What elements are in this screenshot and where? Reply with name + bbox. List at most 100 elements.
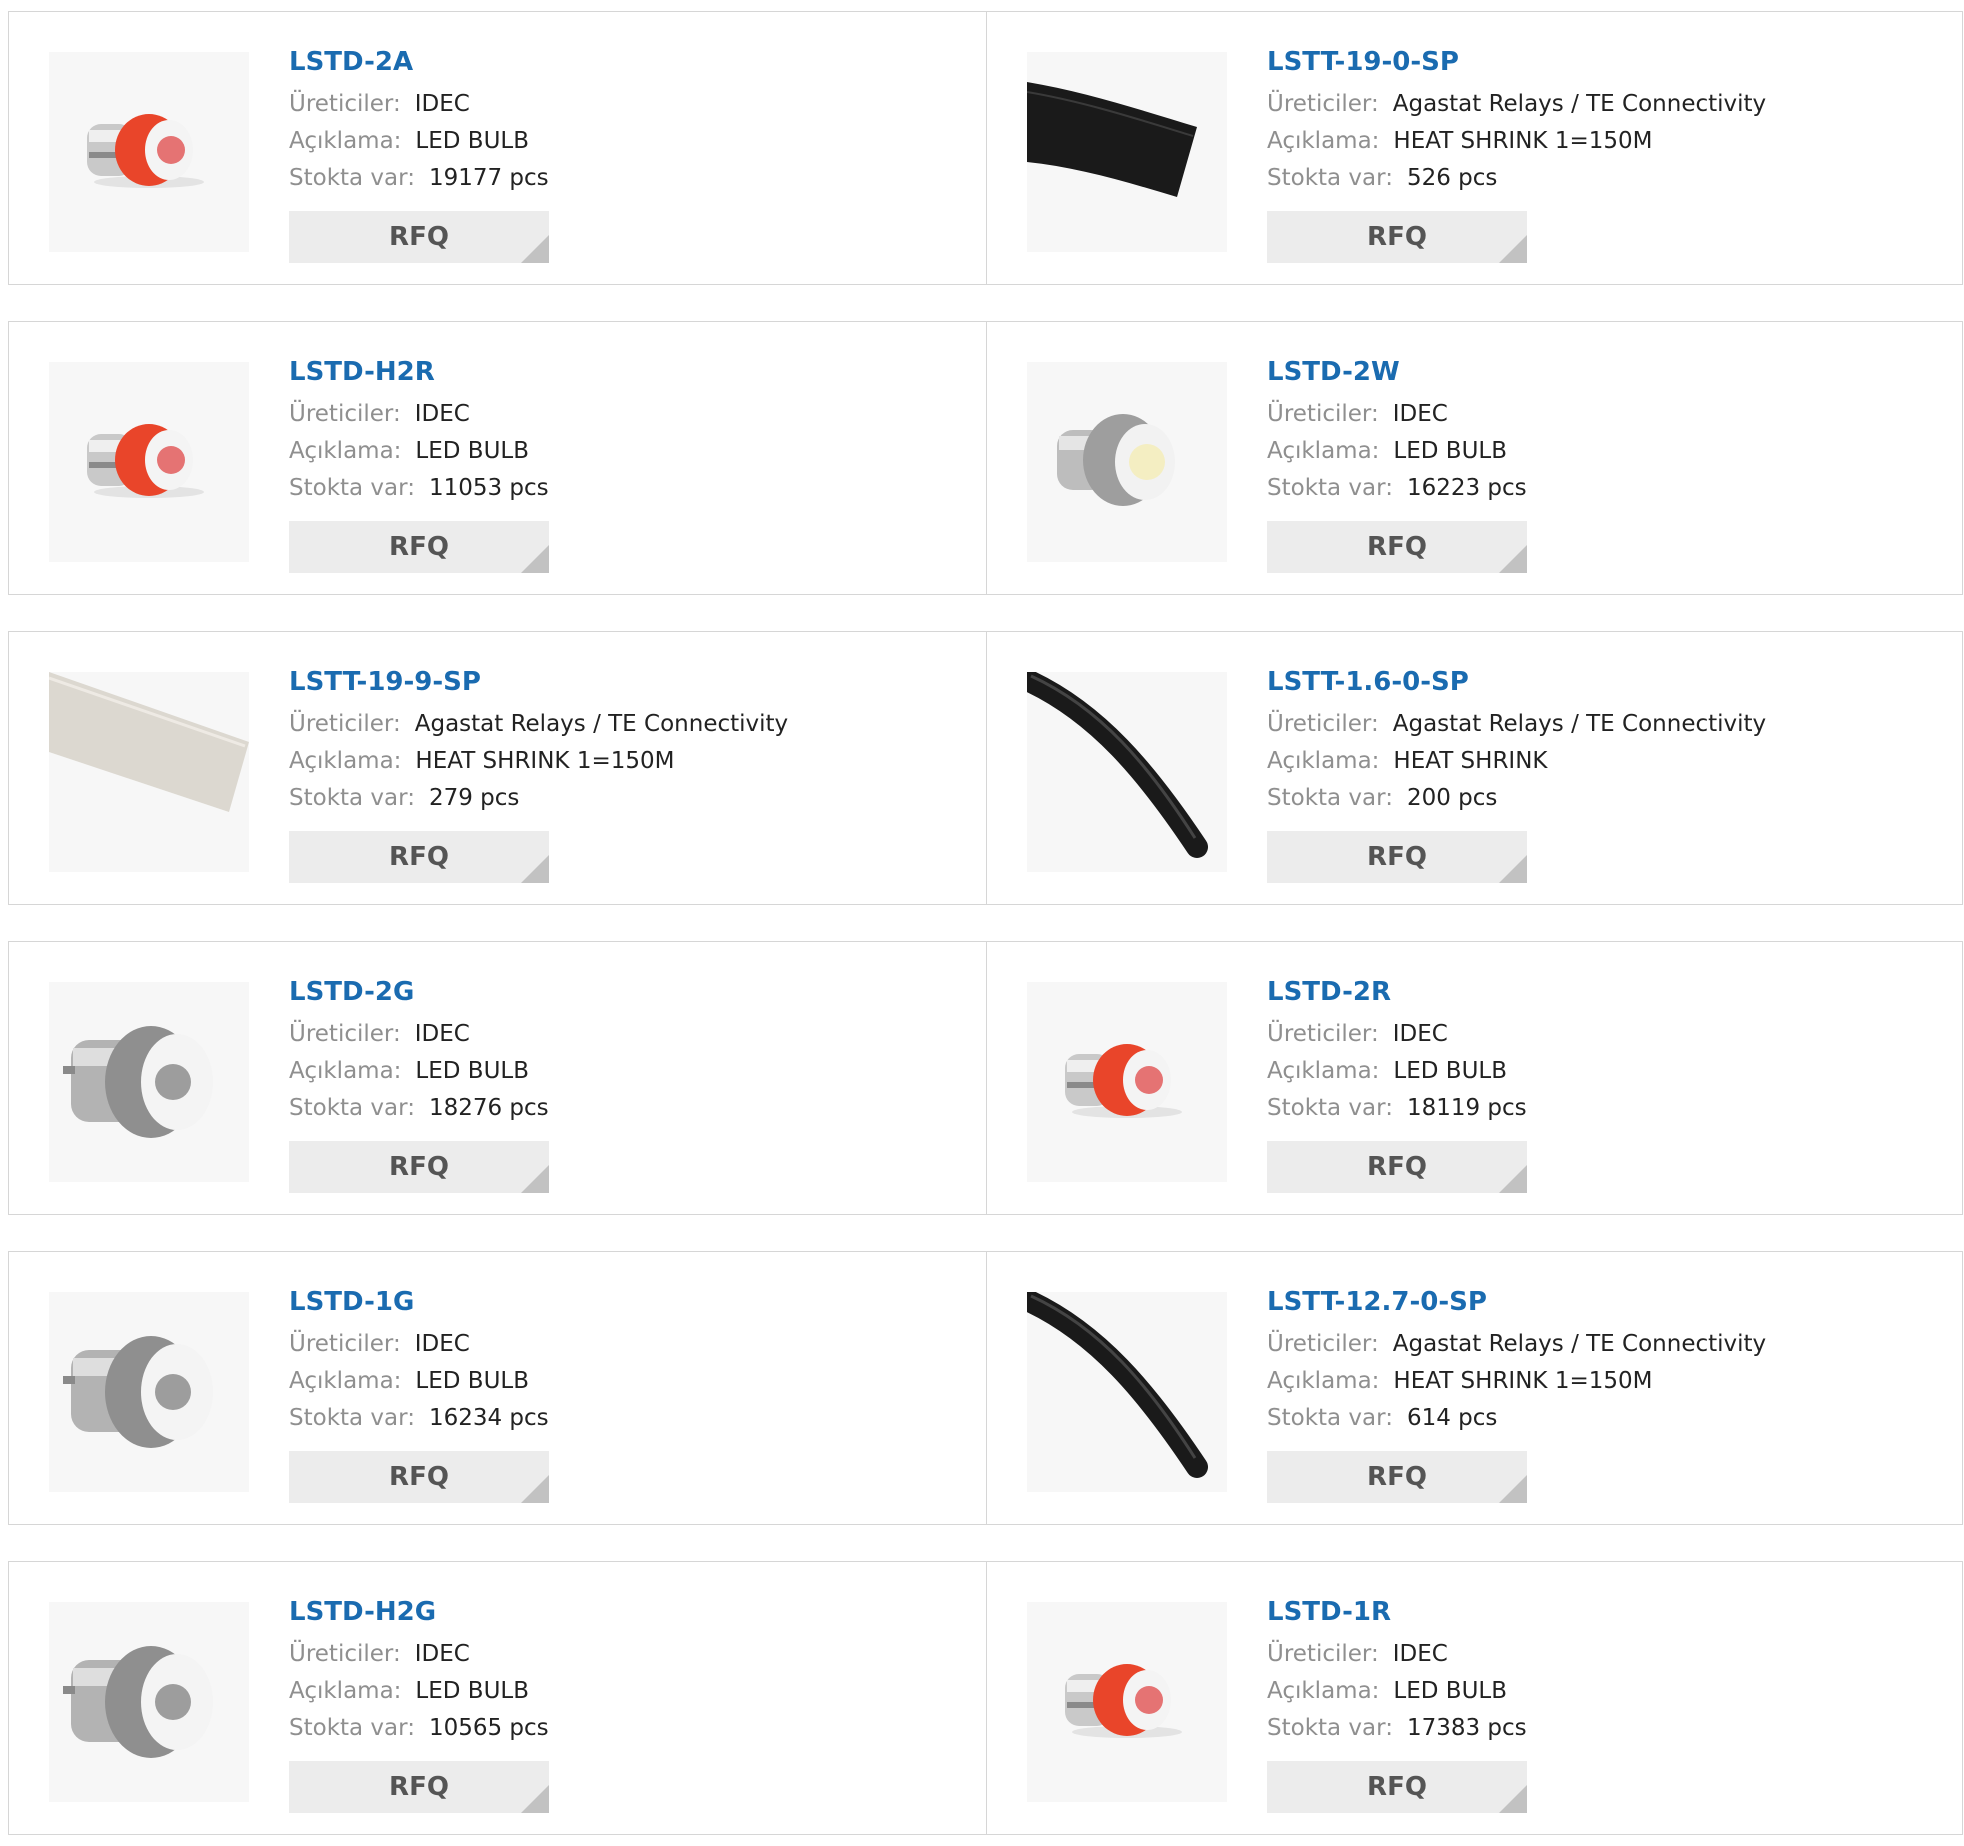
part-number-link[interactable]: LSTD-2G [289,978,966,1006]
description-label: Açıklama: [1267,438,1380,464]
rfq-label: RFQ [389,1152,449,1182]
product-card: LSTT-1.6-0-SP Üreticiler: Agastat Relays … [987,632,1964,904]
stock-label: Stokta var: [1267,475,1393,501]
manufacturer-row: Üreticiler: Agastat Relays / TE Connectiv… [289,706,966,743]
manufacturer-label: Üreticiler: [289,711,401,737]
stock-value: 526 pcs [1406,165,1498,191]
part-number-link[interactable]: LSTT-1.6-0-SP [1267,668,1944,696]
product-card: LSTD-H2R Üreticiler: IDEC Açıklama: LED BU… [9,322,986,594]
manufacturer-label: Üreticiler: [289,401,401,427]
rfq-button[interactable]: RFQ [1267,211,1527,263]
corner-triangle-icon [521,1165,549,1193]
rfq-label: RFQ [1367,842,1427,872]
rfq-button[interactable]: RFQ [1267,521,1527,573]
description-row: Açıklama: LED BULB [289,433,966,470]
part-number-link[interactable]: LSTD-1R [1267,1598,1944,1626]
corner-triangle-icon [521,1475,549,1503]
description-value: LED BULB [1393,1678,1507,1704]
manufacturer-value: Agastat Relays / TE Connectivity [1392,711,1767,737]
description-value: LED BULB [1393,1058,1507,1084]
rfq-button[interactable]: RFQ [1267,831,1527,883]
rfq-button[interactable]: RFQ [289,521,549,573]
corner-triangle-icon [521,235,549,263]
rfq-button[interactable]: RFQ [289,1141,549,1193]
part-number-link[interactable]: LSTD-2W [1267,358,1944,386]
product-card: LSTD-1G Üreticiler: IDEC Açıklama: LED BUL… [9,1252,986,1524]
manufacturer-row: Üreticiler: IDEC [1267,396,1944,433]
stock-row: Stokta var: 11053 pcs [289,470,966,507]
heat-shrink-black-tube-icon[interactable] [1027,672,1227,872]
product-row: LSTD-2G Üreticiler: IDEC Açıklama: LED BUL… [8,941,1963,1215]
description-label: Açıklama: [289,128,402,154]
manufacturer-label: Üreticiler: [1267,1021,1379,1047]
manufacturer-label: Üreticiler: [1267,1331,1379,1357]
stock-label: Stokta var: [289,785,415,811]
part-number-link[interactable]: LSTD-H2R [289,358,966,386]
description-row: Açıklama: HEAT SHRINK 1=150M [1267,123,1944,160]
product-info: LSTT-19-0-SP Üreticiler: Agastat Relays /… [1267,48,1944,263]
stock-row: Stokta var: 614 pcs [1267,1400,1944,1437]
corner-triangle-icon [1499,1785,1527,1813]
description-value: HEAT SHRINK 1=150M [415,748,675,774]
product-card: LSTD-2W Üreticiler: IDEC Açıklama: LED BUL… [987,322,1964,594]
heat-shrink-clear-icon[interactable] [49,672,249,872]
rfq-button[interactable]: RFQ [289,1761,549,1813]
description-label: Açıklama: [1267,748,1380,774]
part-number-link[interactable]: LSTD-2A [289,48,966,76]
bulb-red-icon[interactable] [1027,1602,1227,1802]
rfq-button[interactable]: RFQ [289,831,549,883]
part-number-link[interactable]: LSTT-19-0-SP [1267,48,1944,76]
bulb-gray-icon[interactable] [49,1292,249,1492]
description-value: LED BULB [415,128,529,154]
rfq-label: RFQ [1367,222,1427,252]
manufacturer-row: Üreticiler: IDEC [289,1016,966,1053]
rfq-button[interactable]: RFQ [1267,1451,1527,1503]
bulb-gray-icon[interactable] [49,1602,249,1802]
stock-label: Stokta var: [289,165,415,191]
part-number-link[interactable]: LSTD-2R [1267,978,1944,1006]
description-value: LED BULB [415,438,529,464]
rfq-label: RFQ [1367,1152,1427,1182]
bulb-red-icon[interactable] [49,52,249,252]
bulb-red-icon[interactable] [1027,982,1227,1182]
heat-shrink-black-tube-icon[interactable] [1027,1292,1227,1492]
description-row: Açıklama: LED BULB [289,123,966,160]
rfq-button[interactable]: RFQ [289,1451,549,1503]
part-number-link[interactable]: LSTT-12.7-0-SP [1267,1288,1944,1316]
description-row: Açıklama: LED BULB [289,1363,966,1400]
stock-value: 10565 pcs [428,1715,549,1741]
manufacturer-label: Üreticiler: [289,1641,401,1667]
product-card: LSTT-19-9-SP Üreticiler: Agastat Relays /… [9,632,986,904]
manufacturer-row: Üreticiler: IDEC [289,1326,966,1363]
stock-value: 18119 pcs [1406,1095,1527,1121]
manufacturer-label: Üreticiler: [289,1021,401,1047]
part-number-link[interactable]: LSTT-19-9-SP [289,668,966,696]
stock-label: Stokta var: [1267,1405,1393,1431]
bulb-red-icon[interactable] [49,362,249,562]
bulb-white-icon[interactable] [1027,362,1227,562]
rfq-label: RFQ [389,1772,449,1802]
manufacturer-row: Üreticiler: IDEC [1267,1016,1944,1053]
stock-label: Stokta var: [1267,1715,1393,1741]
description-row: Açıklama: HEAT SHRINK 1=150M [1267,1363,1944,1400]
product-info: LSTT-12.7-0-SP Üreticiler: Agastat Relays… [1267,1288,1944,1503]
rfq-button[interactable]: RFQ [289,211,549,263]
manufacturer-row: Üreticiler: Agastat Relays / TE Connectiv… [1267,86,1944,123]
description-row: Açıklama: LED BULB [1267,1053,1944,1090]
rfq-button[interactable]: RFQ [1267,1141,1527,1193]
corner-triangle-icon [1499,235,1527,263]
manufacturer-row: Üreticiler: Agastat Relays / TE Connectiv… [1267,1326,1944,1363]
manufacturer-label: Üreticiler: [289,91,401,117]
rfq-button[interactable]: RFQ [1267,1761,1527,1813]
product-info: LSTD-1R Üreticiler: IDEC Açıklama: LED BUL… [1267,1598,1944,1813]
bulb-gray-icon[interactable] [49,982,249,1182]
heat-shrink-black-flat-icon[interactable] [1027,52,1227,252]
product-card: LSTD-2R Üreticiler: IDEC Açıklama: LED BUL… [987,942,1964,1214]
stock-value: 18276 pcs [428,1095,549,1121]
part-number-link[interactable]: LSTD-1G [289,1288,966,1316]
part-number-link[interactable]: LSTD-H2G [289,1598,966,1626]
manufacturer-row: Üreticiler: Agastat Relays / TE Connectiv… [1267,706,1944,743]
description-row: Açıklama: LED BULB [1267,1673,1944,1710]
stock-row: Stokta var: 200 pcs [1267,780,1944,817]
description-label: Açıklama: [1267,128,1380,154]
